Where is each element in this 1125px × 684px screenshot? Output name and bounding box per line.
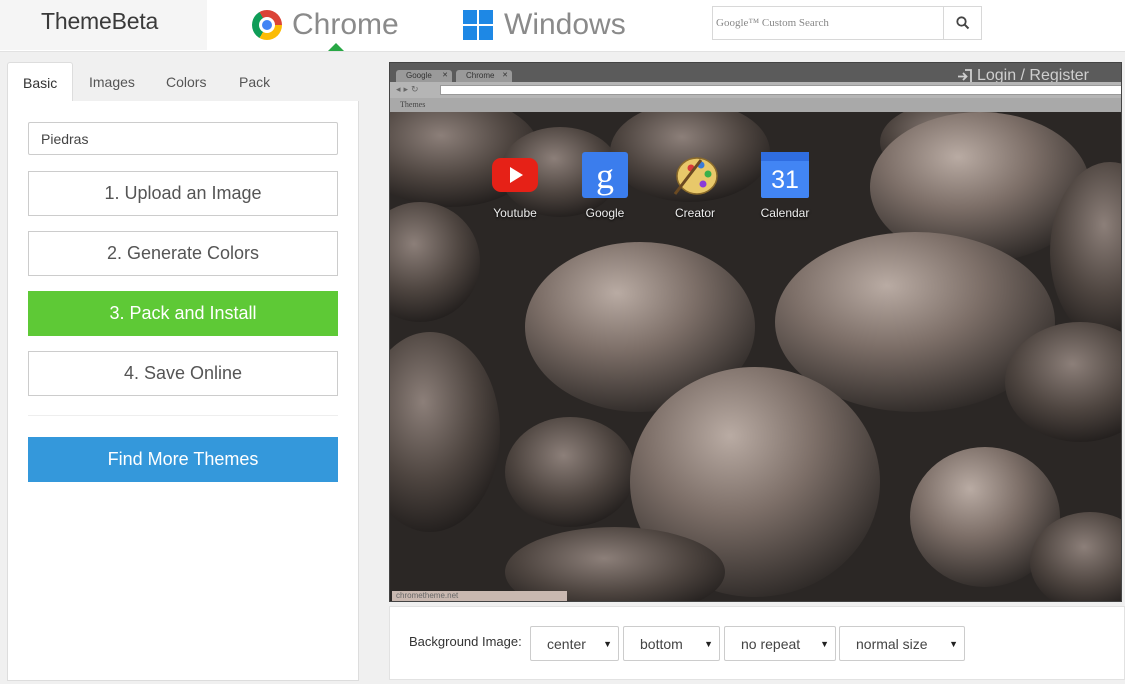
- basic-panel: 1. Upload an Image 2. Generate Colors 3.…: [7, 101, 359, 681]
- preview-tab-label: Chrome: [466, 71, 495, 80]
- pack-install-button[interactable]: 3. Pack and Install: [28, 291, 338, 336]
- google-icon: g: [581, 152, 629, 198]
- nav-windows[interactable]: Windows: [463, 6, 626, 44]
- background-image-label: Background Image:: [409, 634, 522, 649]
- tab-basic[interactable]: Basic: [7, 62, 74, 103]
- app-calendar: 31 Calendar: [740, 152, 830, 220]
- app-label: Creator: [674, 206, 715, 220]
- nav-windows-label: Windows: [504, 8, 626, 41]
- app-creator: Creator: [650, 152, 740, 220]
- app-youtube: Youtube: [470, 152, 560, 220]
- preview-background-image: Youtube g Google Creator 31 Calendar chr…: [390, 112, 1121, 601]
- preview-nav-icons: ◂▸↻: [396, 84, 422, 94]
- top-header: ThemeBeta Chrome Windows: [0, 0, 1125, 52]
- tab-images[interactable]: Images: [74, 62, 150, 102]
- save-online-button[interactable]: 4. Save Online: [28, 351, 338, 396]
- preview-tab: Chrome ✕: [456, 70, 512, 82]
- position-x-value: center: [547, 635, 586, 652]
- find-more-themes-button[interactable]: Find More Themes: [28, 437, 338, 482]
- position-y-value: bottom: [640, 635, 683, 652]
- windows-icon: [463, 10, 493, 40]
- position-x-select[interactable]: center ▼: [530, 626, 619, 661]
- divider: [28, 415, 338, 416]
- search-button[interactable]: [943, 7, 981, 39]
- search-icon: [955, 16, 969, 30]
- svg-text:g: g: [596, 156, 614, 196]
- preview-tab: Google ✕: [396, 70, 452, 82]
- generate-colors-button[interactable]: 2. Generate Colors: [28, 231, 338, 276]
- chevron-down-icon: ▼: [704, 639, 713, 649]
- chrome-icon: [252, 10, 282, 40]
- preview-watermark: chrometheme.net: [392, 591, 567, 601]
- background-options-bar: Background Image: center ▼ bottom ▼ no r…: [389, 606, 1125, 680]
- youtube-icon: [491, 152, 539, 198]
- search-box: [712, 6, 982, 40]
- chevron-down-icon: ▼: [820, 639, 829, 649]
- size-value: normal size: [856, 635, 928, 652]
- calendar-icon: 31: [761, 152, 809, 198]
- preview-browser-frame: Google ✕ Chrome ✕ Login / Register ◂▸↻ T…: [390, 63, 1121, 112]
- bookmark-label: Themes: [400, 100, 426, 109]
- preview-app-shortcuts: Youtube g Google Creator 31 Calendar: [470, 152, 830, 220]
- active-nav-indicator: [328, 43, 344, 51]
- position-y-select[interactable]: bottom ▼: [623, 626, 720, 661]
- repeat-select[interactable]: no repeat ▼: [724, 626, 836, 661]
- close-icon: ✕: [502, 72, 508, 79]
- nav-chrome-label: Chrome: [292, 8, 399, 41]
- app-google: g Google: [560, 152, 650, 220]
- calendar-day: 31: [771, 166, 799, 194]
- site-logo[interactable]: ThemeBeta: [41, 8, 158, 35]
- chevron-down-icon: ▼: [949, 639, 958, 649]
- palette-icon: [671, 152, 719, 198]
- size-select[interactable]: normal size ▼: [839, 626, 965, 661]
- app-label: Google: [585, 206, 625, 220]
- search-input[interactable]: [713, 7, 943, 39]
- theme-name-input[interactable]: [28, 122, 338, 155]
- preview-tab-label: Google: [406, 71, 432, 80]
- editor-tabs: Basic Images Colors Pack: [7, 62, 359, 103]
- logo-area: ThemeBeta: [0, 0, 207, 50]
- close-icon: ✕: [442, 72, 448, 79]
- theme-preview: Google ✕ Chrome ✕ Login / Register ◂▸↻ T…: [389, 62, 1122, 602]
- repeat-value: no repeat: [741, 635, 801, 652]
- preview-omnibox: [440, 85, 1121, 95]
- tab-colors[interactable]: Colors: [151, 62, 221, 102]
- nav-chrome[interactable]: Chrome: [252, 6, 399, 44]
- tab-pack[interactable]: Pack: [224, 62, 285, 102]
- app-label: Calendar: [760, 206, 810, 220]
- app-label: Youtube: [493, 206, 537, 220]
- preview-bookmarks-bar: Themes: [390, 98, 1121, 112]
- upload-image-button[interactable]: 1. Upload an Image: [28, 171, 338, 216]
- chevron-down-icon: ▼: [603, 639, 612, 649]
- preview-toolbar: ◂▸↻: [390, 82, 1121, 98]
